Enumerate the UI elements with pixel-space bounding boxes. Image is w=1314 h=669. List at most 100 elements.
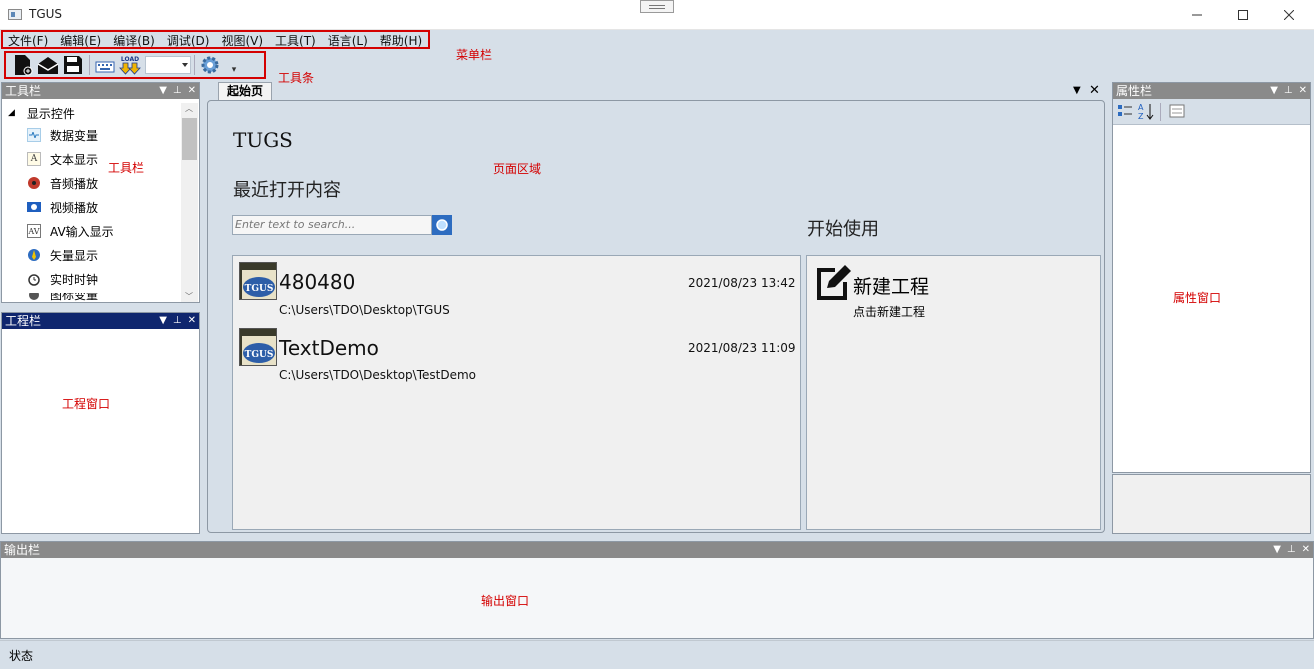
svg-text:TGUS: TGUS [245,284,274,294]
recent-heading: 最近打开内容 [233,180,341,201]
project-annotation: 工程窗口 [62,397,111,411]
video-play-icon [27,200,41,214]
toolbox-annotation: 工具栏 [108,161,145,175]
clock-icon [27,272,41,286]
close-icon[interactable]: ✕ [1302,542,1310,558]
toolbox-item-label: 视频播放 [50,200,99,215]
toolbox-item-label: 数据变量 [50,128,99,143]
svg-text:A: A [1138,103,1144,112]
recent-project-item[interactable]: TGUS [239,262,278,303]
window-title: TGUS [29,7,63,21]
toolbar-annotation: 工具条 [278,71,315,85]
pin-icon[interactable]: ⊥ [173,313,182,329]
dropdown-icon[interactable]: ▼ [1270,83,1278,99]
dropdown-icon[interactable]: ▼ [159,83,167,99]
recent-project-item[interactable]: TGUS [239,328,278,369]
toolbox-item[interactable]: A 文本显示 [27,147,98,171]
toolbox-item-clipped[interactable]: 图标变量 [27,293,177,302]
dropdown-icon[interactable]: ▼ [159,313,167,329]
new-project-subtitle: 点击新建工程 [853,305,926,319]
close-icon[interactable]: ✕ [188,313,196,329]
close-button[interactable] [1266,0,1312,30]
recent-project-date: 2021/08/23 11:09 [688,341,796,355]
tgus-logo-icon: TGUS [239,262,278,301]
menubar-annotation-box [1,30,430,49]
recent-project-name[interactable]: TextDemo [279,336,379,360]
output-header: 输出栏 ▼ ⊥ ✕ [1,542,1313,558]
maximize-icon [1238,10,1248,20]
get-started-panel: 新建工程 点击新建工程 [806,255,1101,530]
scroll-thumb[interactable] [182,118,197,160]
property-pages-icon[interactable] [1169,104,1185,118]
output-panel: 输出栏 ▼ ⊥ ✕ [0,541,1314,639]
project-panel: 工程栏 ▼ ⊥ ✕ [1,312,200,534]
start-heading: 开始使用 [807,219,879,240]
pin-icon[interactable]: ⊥ [1284,83,1293,99]
recent-projects-list: TGUS 480480 2021/08/23 13:42 C:\Users\TD… [232,255,801,530]
status-bar: 状态 [0,640,1314,669]
maximize-button[interactable] [1220,0,1266,30]
toolbox-item-label: AV输入显示 [50,224,114,239]
categorized-icon[interactable] [1117,103,1133,119]
toolbox-item[interactable]: AV AV输入显示 [27,219,114,243]
page-title: TUGS [233,128,293,152]
toolbox-item[interactable]: 矢量显示 [27,243,98,267]
toolbox-panel: 工具栏 ▼ ⊥ ✕ ◢ 显示控件 数据变量 A 文本显示 音频播放 视频播放 AV … [1,82,200,303]
search-input[interactable]: Enter text to search... [232,215,432,235]
minimize-icon [1192,14,1202,16]
dropdown-icon[interactable]: ▼ [1273,542,1281,558]
vector-display-icon [27,248,41,262]
property-description-pane [1112,474,1311,534]
toolbox-group[interactable]: ◢ 显示控件 [8,101,75,125]
tgus-logo-icon: TGUS [239,328,278,367]
scroll-down-icon[interactable]: ﹀ [185,291,193,302]
icon-variable-icon [27,293,41,302]
toolbox-item[interactable]: 视频播放 [27,195,98,219]
toolbox-item-label: 矢量显示 [50,248,99,263]
toolbox-item[interactable]: 实时时钟 [27,267,98,291]
text-display-icon: A [27,152,41,166]
close-icon[interactable]: ✕ [188,83,196,99]
output-annotation: 输出窗口 [481,594,530,608]
toolbox-scrollbar[interactable]: ︿ ﹀ [181,103,198,302]
new-project-title[interactable]: 新建工程 [853,272,929,299]
properties-header: 属性栏 ▼ ⊥ ✕ [1113,83,1310,99]
minimize-button[interactable] [1174,0,1220,30]
edit-new-icon [817,265,851,300]
toolbox-item[interactable]: 音频播放 [27,171,98,195]
toolbar-separator [1160,103,1161,121]
toolbar-annotation-box [4,51,266,79]
toolbox-item-label: 实时时钟 [50,272,99,287]
pin-icon[interactable]: ⊥ [173,83,182,99]
pin-icon[interactable]: ⊥ [1287,542,1296,558]
scroll-up-icon[interactable]: ︿ [185,103,193,114]
expand-arrow-icon: ◢ [8,108,15,118]
search-icon [436,219,448,231]
recent-project-path: C:\Users\TDO\Desktop\TGUS [279,303,450,317]
toolbox-group-label: 显示控件 [26,106,75,121]
toolbox-item-label: 音频播放 [50,176,99,191]
title-grip-handle[interactable] [640,0,674,13]
page-area-annotation: 页面区域 [493,162,542,176]
project-header: 工程栏 ▼ ⊥ ✕ [2,313,199,329]
audio-play-icon [27,176,41,190]
recent-project-name[interactable]: 480480 [279,270,355,294]
close-icon[interactable]: ✕ [1299,83,1307,99]
av-input-icon: AV [27,224,41,238]
toolbox-item-label: 图标变量 [50,293,99,302]
close-tab-icon[interactable]: ✕ [1089,83,1100,98]
toolbox-header: 工具栏 ▼ ⊥ ✕ [2,83,199,99]
data-variable-icon [27,128,41,142]
properties-annotation: 属性窗口 [1173,291,1222,305]
search-button[interactable] [432,215,452,235]
sort-alphabetical-icon[interactable]: AZ [1137,102,1155,120]
properties-toolbar: AZ [1113,99,1310,125]
new-project-button[interactable] [813,262,853,305]
properties-panel: 属性栏 ▼ ⊥ ✕ AZ [1112,82,1311,473]
recent-project-path: C:\Users\TDO\Desktop\TestDemo [279,368,476,382]
svg-text:TGUS: TGUS [245,350,274,360]
toolbox-item[interactable]: 数据变量 [27,123,98,147]
toolbox-title: 工具栏 [5,84,42,98]
tab-start-page[interactable]: 起始页 [218,82,272,100]
tab-list-icon[interactable]: ▼ [1073,85,1081,96]
